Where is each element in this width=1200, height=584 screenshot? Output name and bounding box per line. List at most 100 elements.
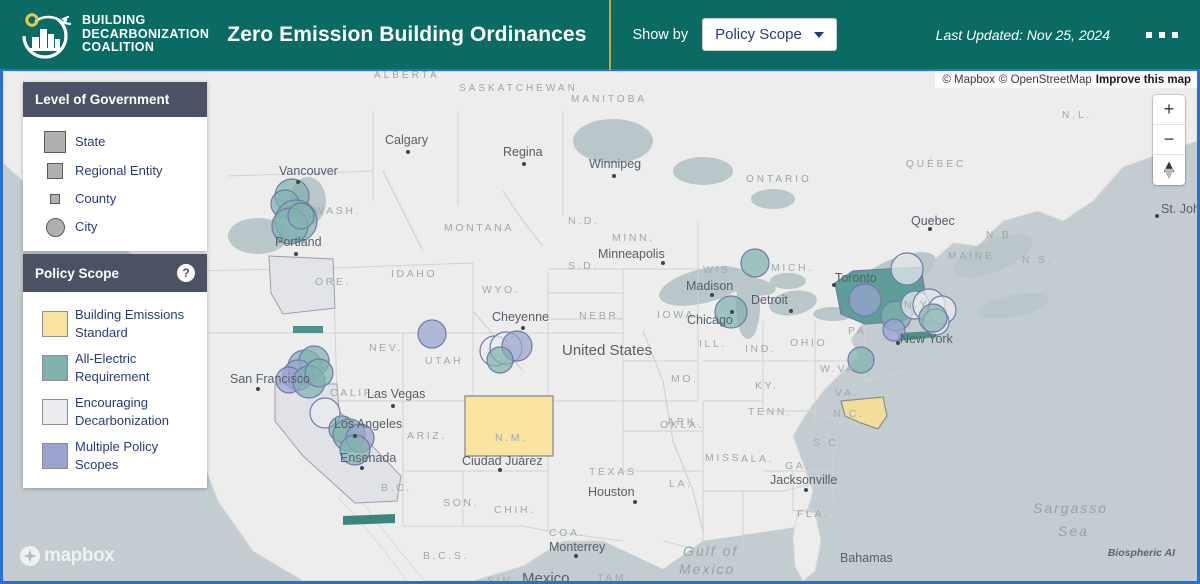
map-label-province: N.B.	[986, 230, 1018, 241]
map-label-city: Bahamas	[840, 551, 893, 565]
map-label-state: MINN.	[612, 232, 655, 244]
map-label-state: N.Y.	[904, 299, 934, 311]
map-label-state: B.C.S.	[423, 550, 469, 562]
improve-this-map-link[interactable]: Improve this map	[1096, 74, 1191, 86]
legend-scope-item-encouraging-decarbonization[interactable]: Encouraging Decarbonization	[23, 390, 207, 434]
all-electric-requirement-swatch-icon	[35, 355, 75, 381]
map-label-state: OHIO	[790, 337, 828, 349]
legend-item-city-label: City	[75, 219, 98, 234]
legend-government-header: Level of Government	[23, 82, 207, 117]
map-label-province: QUÉBEC	[906, 159, 967, 170]
last-updated-label: Last Updated: Nov 25, 2024	[935, 26, 1110, 43]
map-label-city: Jacksonville	[770, 473, 838, 487]
map-label-city: Madison	[686, 279, 734, 293]
map-label-sea: Sargasso	[1033, 500, 1109, 516]
logo-line-3: COALITION	[82, 40, 155, 55]
map-label-city: Las Vegas	[367, 387, 426, 401]
mapbox-logo[interactable]: mapbox	[19, 545, 115, 567]
map-label-state: FLA.	[797, 508, 830, 520]
brand-logo[interactable]: BUILDING DECARBONIZATION COALITION	[0, 9, 209, 61]
map-city-dot	[804, 488, 808, 492]
map-city-dot	[710, 293, 714, 297]
map-city-dot	[294, 252, 298, 256]
map-label-state: TAM.	[597, 572, 632, 584]
map-city-dot	[296, 180, 300, 184]
legend-scope-item-building-emissions-standard[interactable]: Building Emissions Standard	[23, 302, 207, 346]
map-label-state: N.D.	[568, 215, 600, 227]
map-label-state: N.M.	[495, 432, 528, 444]
legend-scope-item-multiple-policy-scopes[interactable]: Multiple Policy Scopes	[23, 434, 207, 478]
map-label-state: IND.	[745, 343, 777, 355]
map-label-state: W.VA.	[820, 363, 862, 375]
app-header: BUILDING DECARBONIZATION COALITION Zero …	[0, 0, 1200, 71]
map-city-dot	[522, 162, 526, 166]
map-zoom-controls[interactable]: + − ▲ ▼	[1153, 95, 1185, 185]
state-swatch-icon	[35, 131, 75, 153]
legend-item-regional-entity[interactable]: Regional Entity	[23, 157, 207, 185]
kebab-dot-1	[1146, 31, 1152, 38]
map-label-sea: Mexico	[679, 561, 736, 577]
map-label-state: COA.	[549, 527, 586, 539]
map-label-state: GA.	[785, 460, 811, 472]
map-label-state: S.C.	[813, 437, 844, 449]
zoom-in-button[interactable]: +	[1153, 95, 1185, 125]
legend-government-title: Level of Government	[35, 92, 170, 107]
map-city-dot	[730, 310, 734, 314]
zoom-out-button[interactable]: −	[1153, 125, 1185, 155]
attribution-mapbox: © Mapbox	[942, 74, 995, 86]
map-label-city: Calgary	[385, 133, 429, 147]
map-label-city: Regina	[503, 145, 543, 159]
map-attribution[interactable]: © Mapbox © OpenStreetMap Improve this ma…	[935, 71, 1197, 88]
legend-item-city[interactable]: City	[23, 213, 207, 241]
map-label-state: MONTANA	[444, 222, 514, 234]
map-label-city: Ciudad Juárez	[462, 454, 543, 468]
encouraging-decarbonization-swatch-icon	[35, 399, 75, 425]
legend-scope-item-all-electric-requirement[interactable]: All-Electric Requirement	[23, 346, 207, 390]
policy-scope-dropdown[interactable]: Policy Scope	[702, 18, 837, 51]
map-canvas[interactable]: COLUMBIA ALBERTA SASKATCHEWANMANITOBA ONTAR…	[0, 71, 1200, 584]
map-city-dot	[612, 174, 616, 178]
attribution-osm: © OpenStreetMap	[998, 74, 1092, 86]
map-label-state: WASH.	[314, 205, 362, 217]
page-title: Zero Emission Building Ordinances	[227, 22, 587, 46]
map-label-state: ARK.	[667, 416, 702, 428]
legend-item-county[interactable]: County	[23, 185, 207, 213]
credit-label: Biospheric AI	[1107, 547, 1175, 559]
legend-scope-label-2: Encouraging Decarbonization	[75, 395, 169, 428]
legend-scope-label-1: All-Electric Requirement	[75, 351, 150, 384]
logo-line-2: DECARBONIZATION	[82, 26, 210, 41]
legend-item-regional-entity-label: Regional Entity	[75, 163, 163, 178]
map-label-city: Vancouver	[279, 164, 338, 178]
map-label-state: WYO.	[482, 284, 521, 296]
help-question-icon[interactable]: ?	[177, 264, 195, 282]
map-city-dot	[256, 387, 260, 391]
more-options-icon[interactable]	[1146, 31, 1178, 38]
map-city-dot	[633, 500, 637, 504]
map-label-state: SON.	[443, 497, 480, 509]
building-emissions-standard-swatch-icon	[35, 311, 75, 337]
regional-entity-swatch-icon	[35, 163, 75, 179]
legend-item-state-label: State	[75, 134, 106, 149]
kebab-dot-2	[1159, 31, 1165, 38]
map-label-state: ILL.	[699, 338, 727, 350]
map-city-dot	[832, 283, 836, 287]
map-label-state: CHIH.	[494, 504, 536, 516]
legend-item-state[interactable]: State	[23, 127, 207, 157]
map-label-city: Minneapolis	[598, 247, 665, 261]
chevron-down-icon	[813, 31, 824, 38]
map-city-dot	[1155, 214, 1159, 218]
compass-reset-button[interactable]: ▲ ▼	[1153, 155, 1185, 185]
legend-item-county-label: County	[75, 191, 117, 206]
map-label-city: Chicago	[687, 313, 733, 327]
legend-level-of-government: Level of Government State Regional Entit…	[23, 82, 207, 251]
map-city-dot	[896, 341, 900, 345]
map-label-state: LA.	[669, 478, 693, 490]
logo-line-1: BUILDING	[82, 13, 146, 28]
map-city-dot	[789, 309, 793, 313]
map-label-state: TENN.	[748, 406, 793, 418]
kebab-dot-3	[1172, 31, 1178, 38]
map-label-province: ALBERTA	[374, 71, 440, 81]
compass-down-icon: ▼	[1160, 163, 1178, 183]
header-divider	[608, 0, 611, 70]
map-city-dot	[498, 468, 502, 472]
